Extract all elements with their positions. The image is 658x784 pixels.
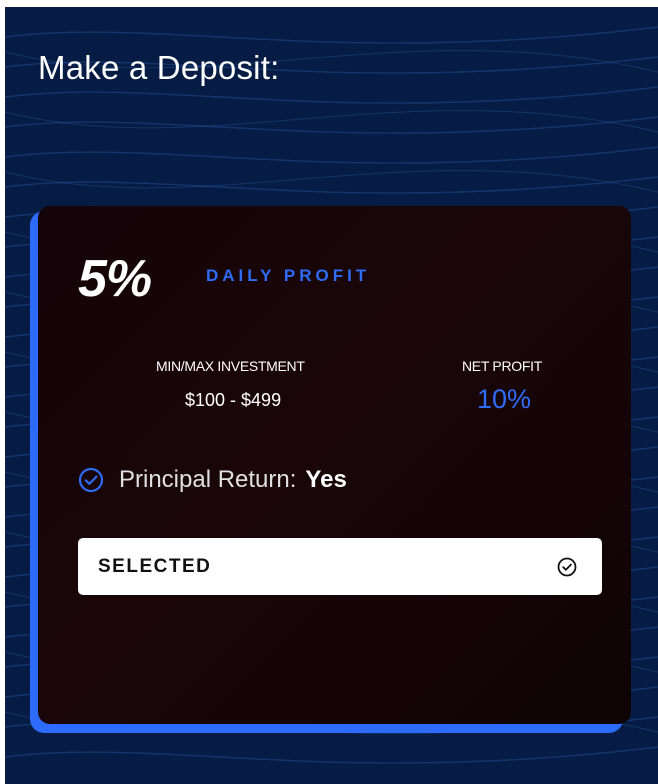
page-title: Make a Deposit: — [38, 49, 280, 86]
check-circle-icon — [78, 467, 104, 493]
net-profit-value: 10% — [477, 384, 532, 414]
minmax-investment-value: $100 - $499 — [185, 390, 282, 410]
principal-return-label: Principal Return: — [119, 466, 297, 493]
plan-rate-label: DAILY PROFIT — [206, 266, 371, 285]
selected-plan-button[interactable]: SELECTED — [78, 538, 602, 595]
plan-rate: 5% — [78, 250, 152, 308]
principal-return-row: Principal Return: Yes — [78, 466, 347, 494]
check-circle-icon — [557, 557, 577, 576]
deposit-screen: Make a Deposit: 5% DAILY PROFIT MIN/MAX … — [5, 7, 658, 784]
minmax-investment-label: MIN/MAX INVESTMENT — [156, 358, 305, 374]
net-profit-label: NET PROFIT — [462, 358, 542, 374]
principal-return-value: Yes — [305, 466, 347, 493]
plan-card: 5% DAILY PROFIT MIN/MAX INVESTMENT $100 … — [38, 206, 631, 724]
selected-button-label: SELECTED — [98, 555, 212, 577]
